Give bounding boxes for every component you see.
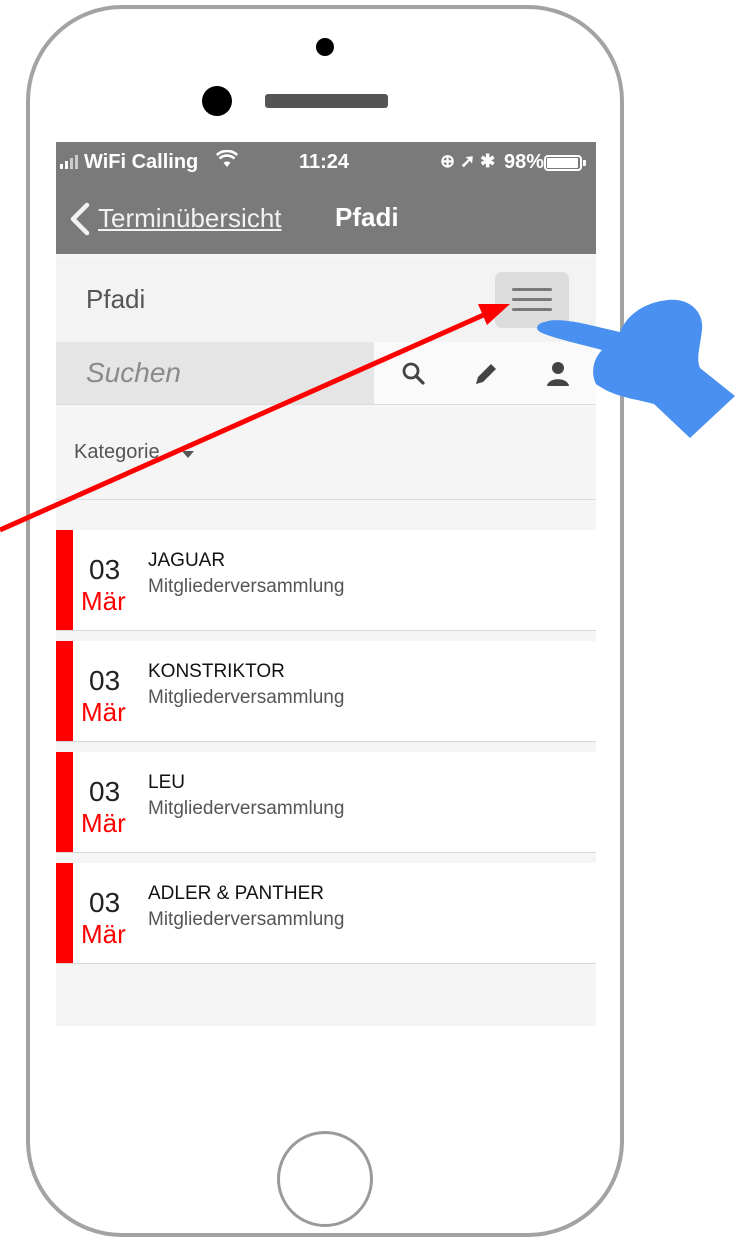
page-header: Pfadi bbox=[56, 258, 596, 343]
event-day: 03 bbox=[89, 887, 121, 918]
speaker-grille bbox=[265, 94, 388, 108]
battery-tip bbox=[583, 160, 586, 166]
event-month: Mär bbox=[81, 919, 126, 949]
clock: 11:24 bbox=[299, 151, 350, 173]
event-month: Mär bbox=[81, 697, 126, 727]
hamburger-menu-button[interactable] bbox=[495, 272, 569, 328]
event-item[interactable]: 03 Mär LEU Mitgliederversammlung bbox=[56, 752, 596, 853]
search-row bbox=[56, 342, 596, 404]
navigation-bar: Terminübersicht Pfadi bbox=[56, 184, 596, 254]
event-name: JAGUAR bbox=[148, 550, 226, 571]
event-accent-bar bbox=[56, 530, 73, 630]
event-accent-bar bbox=[56, 863, 73, 963]
wifi-icon bbox=[215, 149, 239, 174]
event-type: Mitgliederversammlung bbox=[148, 576, 345, 597]
nav-title: Pfadi bbox=[335, 202, 399, 232]
event-day: 03 bbox=[89, 554, 121, 585]
caret-down-icon bbox=[182, 451, 194, 458]
event-day: 03 bbox=[89, 776, 121, 807]
search-icon[interactable] bbox=[400, 360, 428, 388]
page-title: Pfadi bbox=[86, 284, 146, 314]
battery-icon bbox=[544, 155, 582, 171]
home-button[interactable] bbox=[277, 1131, 373, 1227]
event-month: Mär bbox=[81, 808, 126, 838]
battery-percent: 98% bbox=[504, 151, 545, 173]
status-icons: ⊕ ➚ ✱ bbox=[440, 151, 496, 171]
event-accent-bar bbox=[56, 641, 73, 741]
signal-icon bbox=[60, 155, 78, 169]
event-month: Mär bbox=[81, 586, 126, 616]
category-dropdown-label[interactable]: Kategorie bbox=[74, 441, 160, 464]
event-accent-bar bbox=[56, 752, 73, 852]
back-chevron-icon[interactable] bbox=[68, 202, 90, 236]
event-item[interactable]: 03 Mär ADLER & PANTHER Mitgliederversamm… bbox=[56, 863, 596, 964]
event-type: Mitgliederversammlung bbox=[148, 909, 345, 930]
event-name: ADLER & PANTHER bbox=[148, 883, 324, 904]
search-input[interactable] bbox=[56, 342, 374, 404]
carrier-label: WiFi Calling bbox=[84, 151, 199, 173]
camera-dot bbox=[316, 38, 334, 56]
event-name: KONSTRIKTOR bbox=[148, 661, 285, 682]
category-filter[interactable]: Kategorie bbox=[56, 404, 596, 500]
event-name: LEU bbox=[148, 772, 185, 793]
back-button[interactable]: Terminübersicht bbox=[98, 203, 282, 234]
event-type: Mitgliederversammlung bbox=[148, 687, 345, 708]
app-screen: WiFi Calling 11:24 ⊕ ➚ ✱ 98% Terminübers… bbox=[56, 142, 596, 1026]
event-type: Mitgliederversammlung bbox=[148, 798, 345, 819]
status-bar: WiFi Calling 11:24 ⊕ ➚ ✱ 98% bbox=[56, 142, 596, 184]
user-icon[interactable] bbox=[544, 360, 572, 388]
event-list: 03 Mär JAGUAR Mitgliederversammlung 03 M… bbox=[56, 530, 596, 974]
event-day: 03 bbox=[89, 665, 121, 696]
event-item[interactable]: 03 Mär JAGUAR Mitgliederversammlung bbox=[56, 530, 596, 631]
front-sensor bbox=[202, 86, 232, 116]
pencil-icon[interactable] bbox=[472, 360, 500, 388]
event-item[interactable]: 03 Mär KONSTRIKTOR Mitgliederversammlung bbox=[56, 641, 596, 742]
